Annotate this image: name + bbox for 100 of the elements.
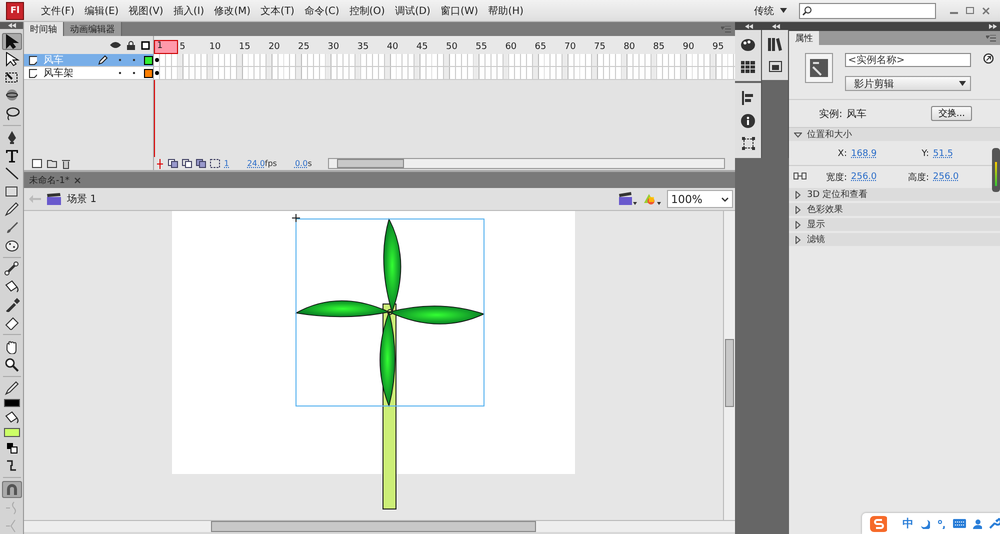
frame-number: 95 (711, 42, 725, 54)
instance-value: 风车 (846, 108, 866, 120)
field-label: X: (836, 149, 847, 159)
frame-number: 5 (178, 42, 186, 54)
scene-label[interactable]: 场景 1 (67, 192, 97, 206)
menu-item[interactable]: 命令(C) (299, 4, 344, 18)
frame-number: 30 (326, 42, 340, 54)
color-swatch[interactable] (4, 398, 20, 408)
playhead-icon[interactable] (156, 158, 164, 168)
field-value[interactable]: 256.0 (933, 172, 983, 182)
onion-skin-icon[interactable] (168, 159, 178, 168)
s-logo-icon[interactable] (870, 516, 888, 532)
document-tab[interactable]: 未命名-1* (24, 173, 86, 188)
vertical-scrollbar[interactable] (723, 211, 735, 520)
restore-icon[interactable] (966, 6, 974, 14)
field-value[interactable]: 168.9 (851, 149, 901, 159)
layer-color-square[interactable] (144, 68, 153, 78)
link-icon[interactable] (793, 172, 807, 180)
bucket-tool-icon (2, 410, 20, 426)
keyframe-icon (155, 58, 159, 62)
palette-icon[interactable] (740, 38, 756, 52)
swatches-icon[interactable] (741, 61, 755, 73)
section-title: 显示 (807, 218, 825, 231)
expand-icon[interactable] (989, 24, 997, 29)
info-icon[interactable] (741, 114, 755, 128)
symbol-type-dropdown[interactable]: 影片剪辑 (845, 76, 971, 91)
elapsed-time[interactable]: 0.0 (294, 159, 308, 168)
frame-number: 65 (534, 42, 548, 54)
transform-icon[interactable] (742, 137, 754, 150)
outline-icon[interactable] (141, 40, 150, 50)
menu-item[interactable]: 控制(O) (344, 4, 390, 18)
scroll-indicator[interactable] (992, 148, 1000, 192)
frame-rate[interactable]: 24.0 (247, 159, 265, 168)
close-icon[interactable] (74, 177, 82, 184)
panel-tab[interactable]: 动画编辑器 (64, 22, 122, 36)
menu-item[interactable]: 插入(I) (168, 4, 210, 18)
frame-number: 40 (386, 42, 400, 54)
current-frame[interactable]: 1 (224, 159, 230, 168)
punctuation-icon[interactable] (936, 518, 946, 528)
panel-menu-icon[interactable] (986, 34, 996, 42)
deco-tool-icon (2, 238, 20, 253)
zoom-dropdown[interactable]: 100% (667, 190, 733, 208)
moon-icon[interactable] (920, 518, 930, 528)
trash-icon[interactable] (62, 158, 70, 168)
panel-tab[interactable]: 属性 (789, 31, 819, 45)
layer-color-square[interactable] (144, 56, 153, 64)
panel-tab[interactable]: 时间轴 (24, 22, 64, 36)
menu-item[interactable]: 窗口(W) (435, 4, 484, 18)
instance-label: 实例: (819, 108, 842, 120)
menu-item[interactable]: 文件(F) (36, 4, 80, 18)
tool-button[interactable] (2, 32, 22, 50)
menu-item[interactable]: 视图(V) (124, 4, 168, 18)
frame-number: 25 (297, 42, 310, 54)
layer-row[interactable]: 风车架 (24, 67, 154, 80)
zoom-tool-icon (2, 356, 20, 372)
windmill-drawing[interactable] (296, 218, 484, 510)
field-label: 高度: (906, 172, 929, 184)
workspace-dropdown[interactable]: 传统 (754, 4, 787, 18)
menu-item[interactable]: 修改(M) (209, 4, 256, 18)
folder-icon[interactable] (47, 159, 57, 168)
input-mode[interactable]: 中 (902, 516, 914, 531)
person-icon[interactable] (972, 518, 982, 528)
library-icon[interactable] (768, 38, 782, 51)
swap-button[interactable]: 交换... (931, 106, 972, 121)
timeline-scrollbar[interactable] (328, 158, 725, 169)
tool-button[interactable] (2, 260, 22, 278)
align-icon[interactable] (742, 91, 754, 105)
menu-item[interactable]: 调试(D) (390, 4, 436, 18)
section-header[interactable]: 滤镜 (789, 233, 1000, 246)
markers-icon[interactable] (210, 159, 220, 168)
field-value[interactable]: 51.5 (933, 149, 983, 159)
section-header[interactable]: 位置和大小 (789, 128, 1000, 141)
color-swatch[interactable] (4, 428, 20, 438)
lock-icon[interactable] (127, 40, 135, 50)
clapper-icon (47, 193, 61, 205)
section-header[interactable]: 色彩效果 (789, 203, 1000, 216)
folder-icon[interactable] (768, 60, 782, 72)
section-header[interactable]: 3D 定位和查看 (789, 188, 1000, 201)
menu-item[interactable]: 编辑(E) (80, 4, 124, 18)
menu-item[interactable]: 文本(T) (256, 4, 300, 18)
keyboard-icon[interactable] (953, 519, 966, 528)
pencil-tool-icon (2, 202, 20, 217)
close-icon[interactable] (982, 6, 990, 14)
field-value[interactable]: 256.0 (851, 172, 901, 182)
edit-frames-icon[interactable] (196, 159, 206, 168)
edit-scene-icon[interactable] (619, 192, 637, 206)
instance-name-field[interactable]: <实例名称> (845, 53, 971, 67)
horizontal-scrollbar[interactable] (24, 520, 735, 532)
search-field[interactable] (799, 2, 936, 18)
bone-tool-icon (2, 261, 20, 276)
app-logo[interactable]: Fl (6, 2, 24, 20)
registration-mark-icon (292, 214, 300, 222)
new-layer-icon[interactable] (32, 159, 42, 168)
eye-icon[interactable] (110, 41, 121, 49)
onion-outline-icon[interactable] (182, 159, 192, 168)
arrow-circle-icon[interactable] (983, 53, 994, 64)
section-header[interactable]: 显示 (789, 218, 1000, 231)
wrench-icon[interactable] (989, 518, 1000, 529)
edit-symbol-icon[interactable] (643, 192, 661, 206)
menu-item[interactable]: 帮助(H) (483, 4, 528, 18)
